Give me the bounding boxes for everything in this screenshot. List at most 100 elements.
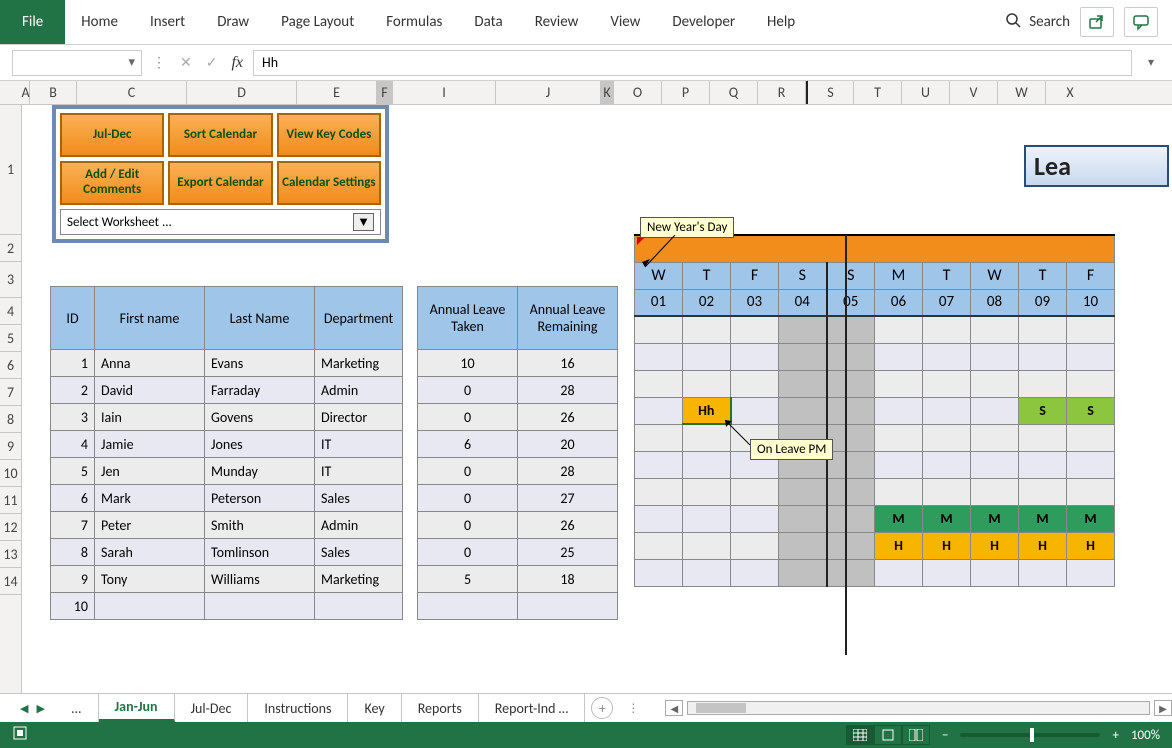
row-6[interactable]: 6	[0, 352, 21, 379]
calendar-row[interactable]: HhSS	[635, 397, 1115, 424]
table-row[interactable]: 518	[418, 566, 618, 593]
calendar-cell[interactable]	[923, 397, 971, 424]
cell-lastname[interactable]: Peterson	[205, 485, 315, 512]
row-4[interactable]: 4	[0, 298, 21, 325]
add-sheet-button[interactable]: +	[591, 697, 613, 719]
scroll-right-icon[interactable]: ▶	[1154, 700, 1172, 716]
cell-remaining[interactable]: 18	[518, 566, 618, 593]
cell-dept[interactable]: Admin	[315, 512, 403, 539]
cell-remaining[interactable]: 20	[518, 431, 618, 458]
calendar-cell[interactable]	[731, 559, 779, 586]
cell-remaining[interactable]	[518, 593, 618, 620]
cell-dept[interactable]: IT	[315, 458, 403, 485]
table-row[interactable]: 026	[418, 404, 618, 431]
sheet-tab-juldec[interactable]: Jul-Dec	[175, 694, 249, 722]
calendar-cell[interactable]	[923, 451, 971, 478]
calendar-row[interactable]	[635, 478, 1115, 505]
fx-icon[interactable]: fx	[231, 54, 243, 72]
sheet-tab-janjun[interactable]: Jan-Jun	[99, 694, 175, 722]
cell-firstname[interactable]: Iain	[95, 404, 205, 431]
calendar-cell[interactable]	[635, 451, 683, 478]
calendar-cell[interactable]	[827, 316, 875, 343]
cell-lastname[interactable]: Smith	[205, 512, 315, 539]
calendar-cell[interactable]: S	[1019, 397, 1067, 424]
calendar-cell[interactable]	[971, 316, 1019, 343]
sheet-tab-overflow[interactable]: ...	[55, 694, 99, 722]
row-1[interactable]: 1	[0, 105, 21, 235]
cell-taken[interactable]: 0	[418, 485, 518, 512]
col-X[interactable]: X	[1046, 81, 1094, 104]
cell-firstname[interactable]: David	[95, 377, 205, 404]
record-macro-icon[interactable]	[12, 725, 28, 745]
ribbon-tab-formulas[interactable]: Formulas	[370, 0, 458, 44]
cell-firstname[interactable]: Jen	[95, 458, 205, 485]
table-row[interactable]	[418, 593, 618, 620]
ribbon-tab-pagelayout[interactable]: Page Layout	[265, 0, 370, 44]
calendar-cell[interactable]	[779, 397, 827, 424]
calendar-cell[interactable]	[1067, 451, 1115, 478]
file-tab[interactable]: File	[0, 0, 65, 44]
col-R[interactable]: R	[758, 81, 806, 104]
calendar-cell[interactable]	[635, 532, 683, 559]
col-O[interactable]: O	[614, 81, 662, 104]
cell-lastname[interactable]: Govens	[205, 404, 315, 431]
cell-lastname[interactable]	[205, 593, 315, 620]
calendar-cell[interactable]	[683, 559, 731, 586]
calendar-cell[interactable]	[683, 316, 731, 343]
table-row[interactable]: 2DavidFarradayAdmin	[51, 377, 403, 404]
row-13[interactable]: 13	[0, 541, 21, 568]
view-pagelayout-button[interactable]	[874, 725, 902, 745]
ribbon-tab-draw[interactable]: Draw	[201, 0, 265, 44]
calendar-cell[interactable]	[683, 478, 731, 505]
cell-id[interactable]: 1	[51, 350, 95, 377]
calendar-cell[interactable]: M	[1067, 505, 1115, 532]
calendar-cell[interactable]	[827, 451, 875, 478]
calendar-cell[interactable]: M	[1019, 505, 1067, 532]
col-F[interactable]: F	[377, 81, 393, 104]
select-worksheet-dropdown[interactable]: Select Worksheet ... ▼	[60, 209, 381, 235]
calendar-cell[interactable]	[683, 451, 731, 478]
col-V[interactable]: V	[950, 81, 998, 104]
zoom-slider[interactable]	[960, 733, 1100, 737]
calendar-cell[interactable]	[971, 478, 1019, 505]
table-row[interactable]: 9TonyWilliamsMarketing	[51, 566, 403, 593]
calendar-cell[interactable]	[923, 424, 971, 451]
col-B[interactable]: B	[30, 81, 77, 104]
cell-dept[interactable]: Marketing	[315, 350, 403, 377]
zoom-in-button[interactable]: +	[1112, 728, 1118, 743]
cell-remaining[interactable]: 28	[518, 458, 618, 485]
ribbon-tab-review[interactable]: Review	[519, 0, 595, 44]
row-9[interactable]: 9	[0, 433, 21, 460]
col-U[interactable]: U	[902, 81, 950, 104]
calendar-cell[interactable]	[1067, 343, 1115, 370]
cell-lastname[interactable]: Jones	[205, 431, 315, 458]
cell-firstname[interactable]: Peter	[95, 512, 205, 539]
ribbon-tab-view[interactable]: View	[594, 0, 656, 44]
ribbon-tab-help[interactable]: Help	[751, 0, 811, 44]
calendar-cell[interactable]	[827, 478, 875, 505]
col-I[interactable]: I	[393, 81, 496, 104]
calendar-cell[interactable]	[635, 343, 683, 370]
calendar-cell[interactable]	[1019, 559, 1067, 586]
horizontal-scrollbar[interactable]: ◀ ▶	[647, 694, 1172, 722]
ribbon-tab-insert[interactable]: Insert	[134, 0, 201, 44]
sheet-tab-key[interactable]: Key	[348, 694, 401, 722]
table-row[interactable]: 4JamieJonesIT	[51, 431, 403, 458]
col-C[interactable]: C	[77, 81, 187, 104]
col-A[interactable]: A	[22, 81, 30, 104]
table-row[interactable]: 5JenMundayIT	[51, 458, 403, 485]
calendar-cell[interactable]	[923, 343, 971, 370]
calendar-cell[interactable]	[1019, 343, 1067, 370]
cell-id[interactable]: 9	[51, 566, 95, 593]
calendar-cell[interactable]	[827, 424, 875, 451]
calendar-cell[interactable]	[779, 343, 827, 370]
sheet-nav-right-icon[interactable]: ▶	[36, 702, 44, 715]
cell-taken[interactable]: 5	[418, 566, 518, 593]
enter-icon[interactable]: ✓	[206, 54, 218, 71]
calendar-cell[interactable]	[683, 343, 731, 370]
calendar-cell[interactable]	[1067, 559, 1115, 586]
cell-dept[interactable]: Sales	[315, 539, 403, 566]
calendar-cell[interactable]	[971, 397, 1019, 424]
cell-firstname[interactable]	[95, 593, 205, 620]
search-button[interactable]: Search	[1005, 12, 1070, 33]
